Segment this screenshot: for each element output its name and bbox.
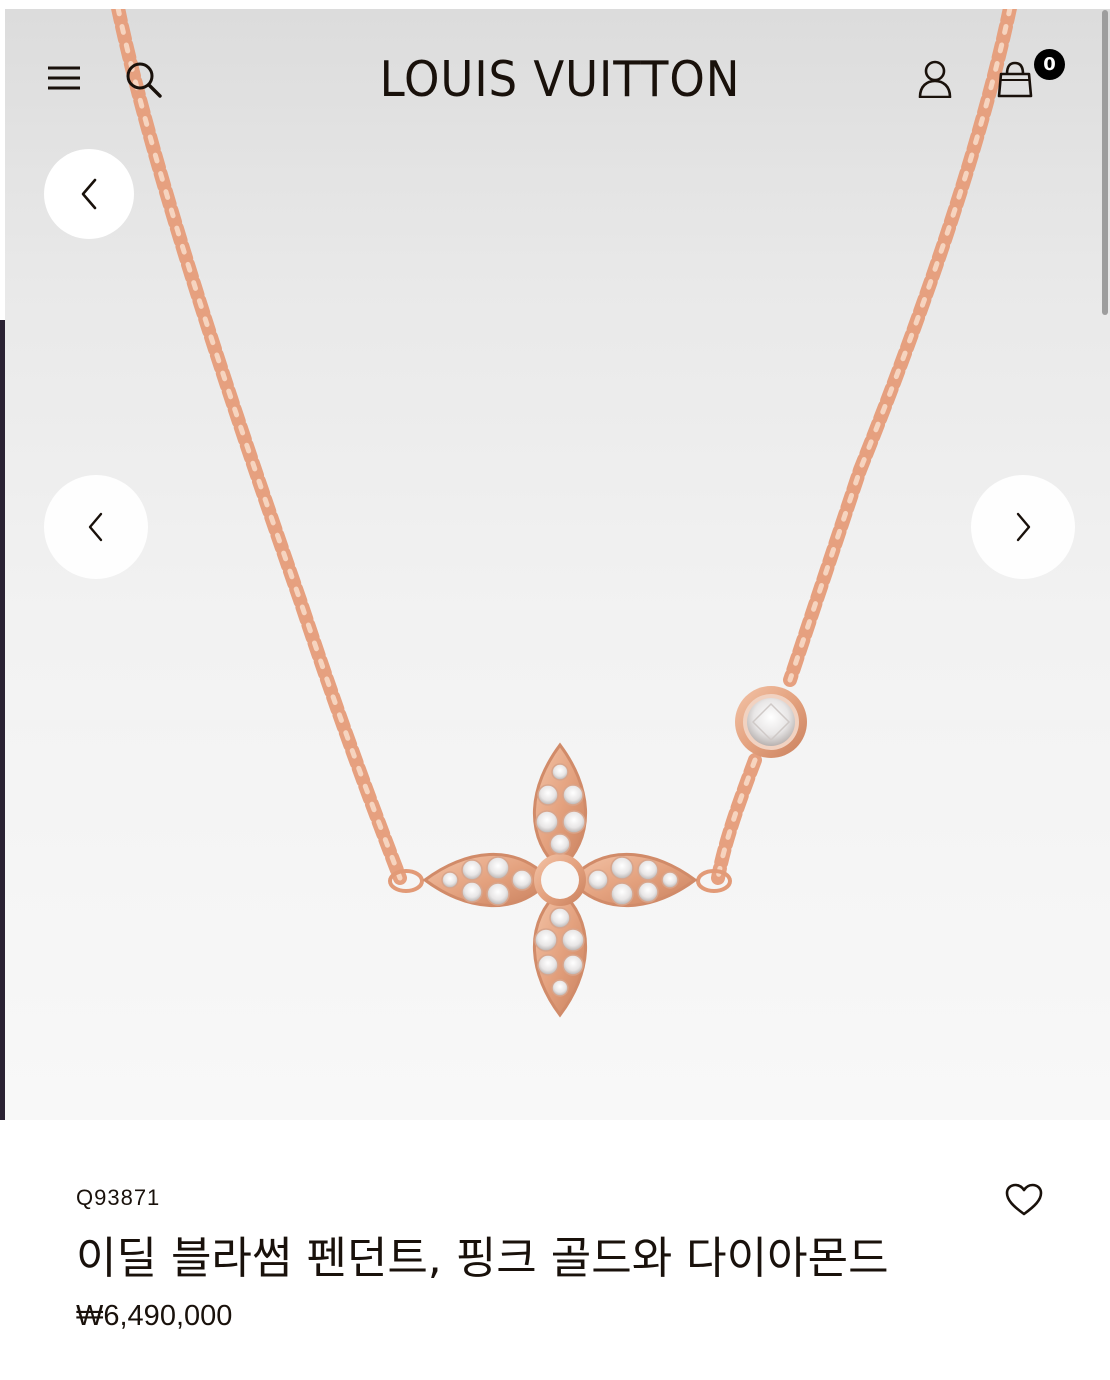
chevron-left-icon (88, 512, 103, 542)
product-image-carousel[interactable] (5, 9, 1110, 1120)
next-image-button[interactable] (971, 475, 1075, 579)
bag-count-badge: 0 (1034, 49, 1065, 80)
menu-button[interactable] (44, 58, 84, 98)
heart-outline-icon (1005, 1183, 1043, 1216)
account-button[interactable] (914, 58, 956, 100)
product-image (111, 9, 1017, 1018)
search-button[interactable] (122, 58, 164, 100)
shopping-bag-icon (997, 61, 1033, 98)
shopping-bag-button[interactable] (994, 58, 1036, 100)
chevron-right-icon (1016, 512, 1031, 542)
wishlist-button[interactable] (1002, 1178, 1046, 1222)
product-page: LOUIS VUITTON 0 Q93871 이딜 블라썸 펜던트, 핑크 골드… (0, 0, 1110, 1380)
product-sku: Q93871 (76, 1185, 161, 1210)
back-button[interactable] (44, 149, 134, 239)
user-icon (918, 60, 952, 98)
scrollbar-thumb[interactable] (1102, 10, 1108, 315)
hamburger-menu-icon (48, 66, 80, 90)
brand-logo[interactable]: LOUIS VUITTON (348, 50, 771, 110)
product-title: 이딜 블라썸 펜던트, 핑크 골드와 다이아몬드 (76, 1233, 889, 1284)
search-icon (126, 62, 162, 98)
previous-image-button[interactable] (44, 475, 148, 579)
product-price: ₩6,490,000 (76, 1300, 233, 1332)
chevron-left-icon (81, 178, 97, 210)
site-header: LOUIS VUITTON 0 (0, 0, 1110, 130)
